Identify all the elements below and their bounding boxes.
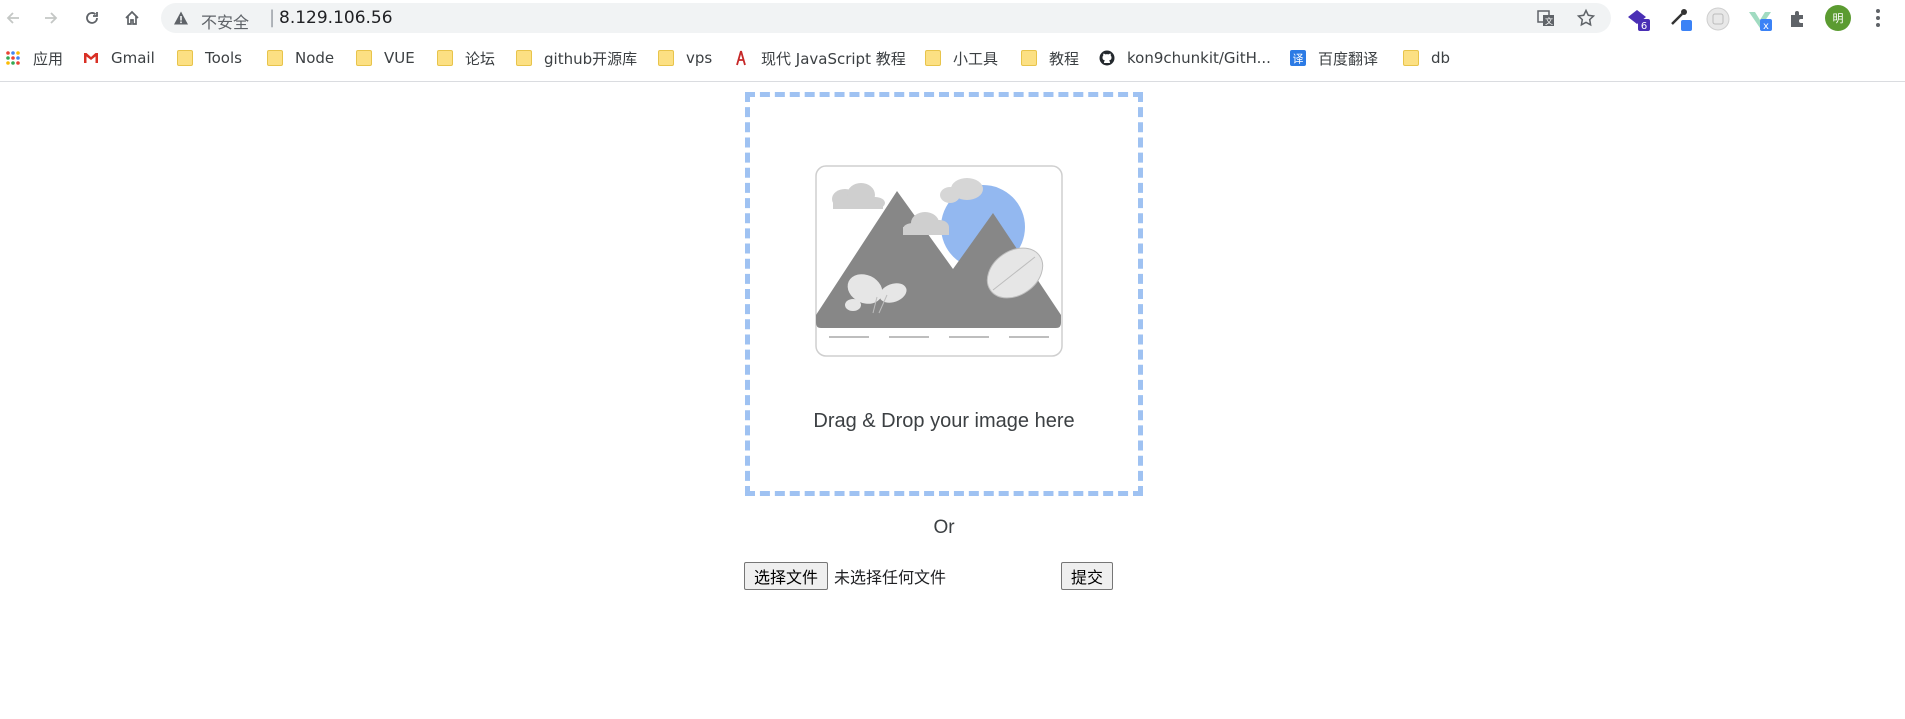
svg-text:译: 译 [1293,53,1304,66]
folder-icon [437,50,453,66]
bookmark-label: 教程 [1049,49,1080,68]
bookmark-label: kon9chunkit/GitH... [1127,49,1271,67]
extension-shapes-button[interactable]: 6 [1625,6,1651,32]
bookmark-label: 小工具 [953,49,999,68]
star-icon[interactable] [1576,8,1596,28]
folder-icon [516,50,532,66]
extensions-menu-button[interactable] [1785,6,1811,32]
folder-icon [658,50,674,66]
reload-button[interactable] [79,5,105,31]
warning-icon [174,11,188,25]
forward-button[interactable] [38,5,64,31]
bookmark-javascript-info[interactable]: 现代 JavaScript 教程 [733,44,906,72]
bookmark-github-repos[interactable]: github开源库 [516,44,637,72]
or-separator: Or [933,517,955,538]
bookmark-label: vps [686,49,713,67]
address-bar[interactable]: 不安全 | 8.129.106.56 文 [161,3,1611,33]
extension-badge-x: x [1763,21,1769,32]
choose-file-button[interactable]: 选择文件 [744,562,829,590]
translate-icon[interactable]: 文 [1536,8,1556,28]
extension-vue-button[interactable]: x [1747,6,1773,32]
bookmark-label: github开源库 [544,49,638,68]
baidu-translate-icon: 译 [1290,50,1306,66]
browser-menu-button[interactable] [1868,6,1888,30]
bookmark-vps[interactable]: vps [658,44,712,72]
apps-grid-icon [6,51,20,65]
security-label: 不安全 [201,13,250,32]
github-icon [1099,50,1115,66]
chrome-divider [0,81,1905,82]
bookmark-forum[interactable]: 论坛 [437,44,495,72]
arrow-right-icon [45,12,58,24]
back-button[interactable] [0,5,26,31]
dropzone-label: Drag & Drop your image here [813,410,1075,432]
extension-eyedropper-button[interactable] [1668,6,1694,32]
bookmark-label: 现代 JavaScript 教程 [761,49,906,68]
bookmark-label: 应用 [33,49,64,68]
folder-icon [267,50,283,66]
file-input: 选择文件 未选择任何文件 [744,562,946,590]
javascript-info-icon [736,50,746,66]
bookmark-label: db [1431,49,1451,67]
bookmark-tools[interactable]: Tools [177,44,242,72]
bookmark-db[interactable]: db [1403,44,1450,72]
arrow-left-icon [6,12,19,24]
bookmark-vue[interactable]: VUE [356,44,415,72]
bookmark-label: 百度翻译 [1318,49,1379,68]
submit-button[interactable]: 提交 [1061,562,1114,590]
bookmark-tools-cn[interactable]: 小工具 [925,44,998,72]
puzzle-icon [1791,11,1803,27]
folder-icon [925,50,941,66]
bookmarks-bar: 应用 Gmail Tools Node VUE 论坛 github开源库 vps… [0,44,1905,72]
folder-icon [177,50,193,66]
folder-icon [356,50,372,66]
bookmark-gmail[interactable]: Gmail [83,44,155,72]
gmail-icon [84,53,98,63]
bookmark-label: 论坛 [465,49,496,68]
home-button[interactable] [119,5,145,31]
folder-icon [1403,50,1419,66]
folder-icon [1021,50,1037,66]
reload-icon [86,12,98,24]
extension-cube-icon: 6 [1628,10,1650,32]
eyedropper-icon [1671,9,1692,31]
extension-badge: 6 [1641,21,1647,32]
bookmark-label: Node [295,49,335,67]
url-text: 8.129.106.56 [279,8,393,28]
bookmark-github-kon9chunkit[interactable]: kon9chunkit/GitH... [1099,44,1271,72]
image-placeholder-illustration [815,165,1063,357]
bookmark-baidu-translate[interactable]: 译 百度翻译 [1290,44,1378,72]
bookmark-label: Tools [205,49,242,67]
browser-toolbar: 不安全 | 8.129.106.56 文 6 x 明 [0,0,1905,36]
bookmark-apps[interactable]: 应用 [5,44,63,72]
url-separator: | [269,7,276,28]
extension-vue-icon: x [1749,12,1772,32]
bookmark-label: Gmail [111,49,155,67]
extension-circle-icon [1706,7,1730,31]
profile-avatar[interactable]: 明 [1825,5,1851,31]
bookmark-tutorials[interactable]: 教程 [1021,44,1079,72]
svg-text:文: 文 [1545,16,1553,26]
home-icon [125,10,139,25]
bookmark-node[interactable]: Node [267,44,334,72]
bookmark-label: VUE [384,49,415,67]
extension-gray-button[interactable] [1705,6,1731,32]
file-status-text: 未选择任何文件 [834,568,947,587]
